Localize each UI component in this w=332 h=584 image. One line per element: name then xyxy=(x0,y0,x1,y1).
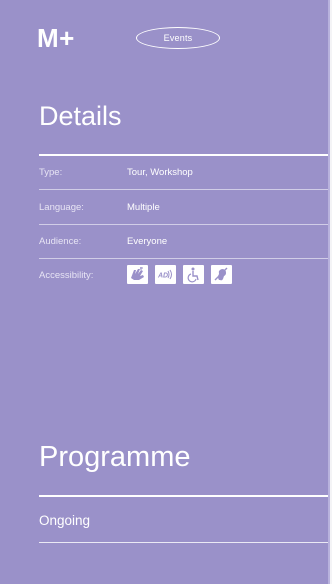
row-divider xyxy=(39,258,330,259)
detail-value: Everyone xyxy=(127,236,168,247)
wheelchair-icon xyxy=(183,265,204,284)
detail-row-language: Language: Multiple xyxy=(39,194,330,224)
detail-label: Accessibility: xyxy=(39,270,94,281)
row-divider xyxy=(39,189,330,190)
programme-status[interactable]: Ongoing xyxy=(39,513,90,528)
detail-row-accessibility: Accessibility: AD xyxy=(39,262,330,292)
detail-row-type: Type: Tour, Workshop xyxy=(39,159,330,189)
detail-row-audience: Audience: Everyone xyxy=(39,228,330,258)
programme-divider-bottom xyxy=(39,542,330,543)
detail-label: Type: xyxy=(39,167,63,178)
accessibility-icons: AD xyxy=(127,265,232,284)
m-plus-logo[interactable]: M+ xyxy=(37,24,75,52)
detail-value: Multiple xyxy=(127,202,160,213)
events-pill-button[interactable]: Events xyxy=(136,27,220,49)
detail-value: Tour, Workshop xyxy=(127,167,193,178)
detail-label: Language: xyxy=(39,202,84,213)
programme-divider-top xyxy=(39,495,330,497)
audio-description-icon: AD xyxy=(155,265,176,284)
row-divider xyxy=(39,224,330,225)
details-divider-top xyxy=(39,154,330,156)
svg-text:AD: AD xyxy=(157,273,168,280)
detail-label: Audience: xyxy=(39,236,82,247)
details-heading: Details xyxy=(39,101,122,131)
assistive-listening-icon xyxy=(211,265,232,284)
event-details-panel: M+ Events Details Type: Tour, Workshop L… xyxy=(0,0,330,584)
programme-heading: Programme xyxy=(39,441,191,473)
sign-language-icon xyxy=(127,265,148,284)
